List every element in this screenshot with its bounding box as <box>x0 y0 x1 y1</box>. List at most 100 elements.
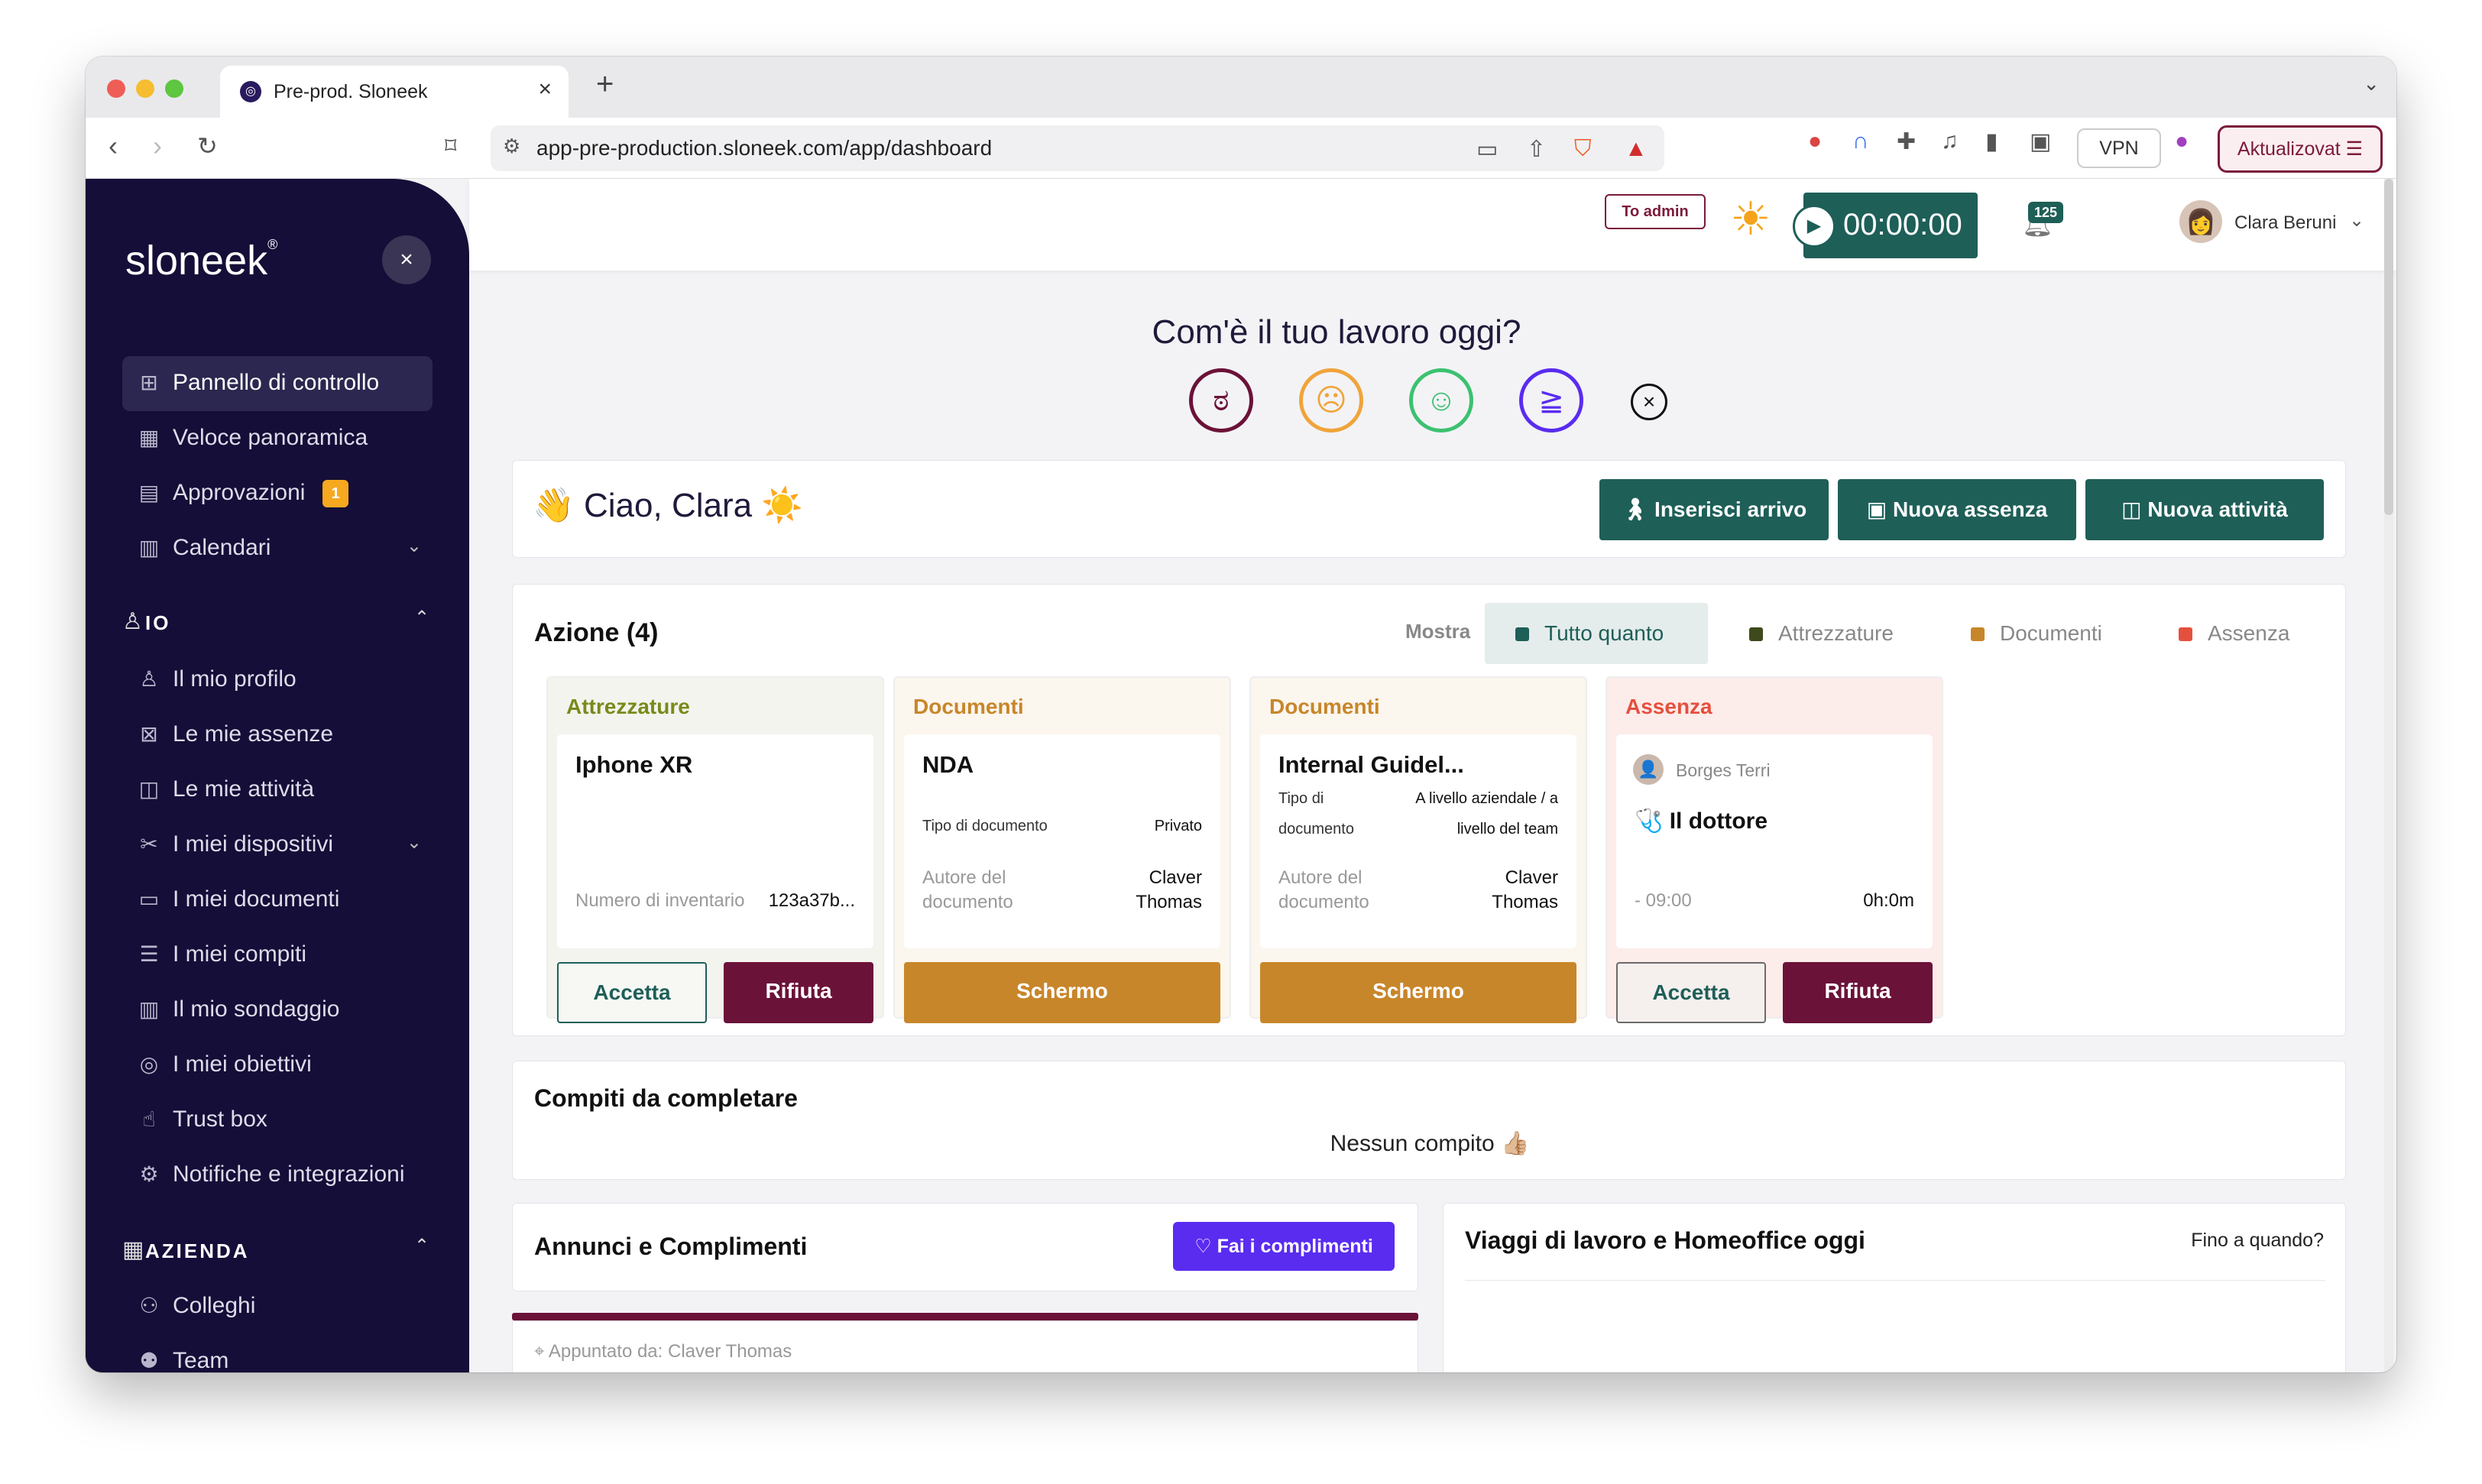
update-button[interactable]: Aktualizovat ☰ <box>2218 125 2383 173</box>
sidebar-item-label: I miei obiettivi <box>173 1051 312 1077</box>
show-document-button[interactable]: Schermo <box>904 962 1220 1023</box>
scrollbar[interactable] <box>2384 179 2393 1372</box>
brave-rewards-icon[interactable]: ▲ <box>1625 136 1648 162</box>
sidebar-item-dashboard[interactable]: ⊞ Pannello di controllo <box>122 356 433 411</box>
sidebar-item-label: I miei documenti <box>173 886 340 912</box>
sidebar-close-button[interactable]: × <box>382 235 431 284</box>
scrollbar-thumb[interactable] <box>2384 179 2393 515</box>
extension-record-icon[interactable]: ● <box>1808 128 1822 154</box>
sidebar-item-notifications[interactable]: ⚙ Notifiche e integrazioni <box>122 1148 433 1203</box>
close-window-button[interactable] <box>107 79 125 98</box>
filter-dot <box>1749 627 1763 641</box>
give-compliment-button[interactable]: ♡ Fai i complimenti <box>1173 1222 1395 1271</box>
close-mood-icon[interactable]: × <box>1631 384 1667 420</box>
notification-count-badge: 125 <box>2028 202 2063 223</box>
new-tab-icon[interactable]: + <box>596 67 614 102</box>
brave-shield-icon[interactable]: ⛉ <box>1574 136 1592 162</box>
sad-face-icon[interactable]: ☹ <box>1299 368 1363 433</box>
filter-all[interactable]: Tutto quanto <box>1485 603 1708 664</box>
bookmark-icon[interactable]: ⌑ <box>445 133 456 160</box>
browser-tab[interactable]: ◎ Pre-prod. Sloneek × <box>220 66 569 118</box>
extensions-puzzle-icon[interactable]: ✚ <box>1897 128 1916 155</box>
to-admin-button[interactable]: To admin <box>1605 194 1706 229</box>
new-absence-label: Nuova assenza <box>1892 497 2048 521</box>
media-music-icon[interactable]: ♫ <box>1941 128 1959 154</box>
address-bar[interactable]: ⚙ app-pre-production.sloneek.com/app/das… <box>491 125 1664 171</box>
extension-arc-icon[interactable]: ∩ <box>1852 128 1869 154</box>
tab-list-chevron-icon[interactable]: ⌄ <box>2363 72 2380 96</box>
filter-absence[interactable]: Assenza <box>2163 603 2316 664</box>
actions-title: Azione (4) <box>534 618 659 647</box>
minimize-window-button[interactable] <box>136 79 154 98</box>
angry-face-icon[interactable]: ಠ <box>1189 368 1253 433</box>
filter-equipment[interactable]: Attrezzature <box>1734 603 1917 664</box>
attendance-timer[interactable]: ▶ 00:00:00 <box>1793 193 1978 258</box>
sidebar-item-trust-box[interactable]: ☝ Trust box <box>122 1093 433 1148</box>
sidebar-item-label: Team <box>173 1348 229 1372</box>
reject-button[interactable]: Rifiuta <box>1783 962 1933 1023</box>
sidebar-item-my-documents[interactable]: ▭ I miei documenti <box>122 873 433 928</box>
announcements-panel: Annunci e Complimenti ♡ Fai i compliment… <box>512 1203 1418 1291</box>
sidebar-item-team[interactable]: ⚉ Team <box>122 1334 433 1372</box>
insert-arrival-label: Inserisci arrivo <box>1654 497 1807 521</box>
vpn-button[interactable]: VPN <box>2077 128 2161 168</box>
chevron-down-icon[interactable]: ⌄ <box>2349 209 2364 232</box>
sidebar-item-approvals[interactable]: ▤ Approvazioni 1 <box>122 466 433 521</box>
absence-person: Borges Terri <box>1676 760 1771 780</box>
sidebar-item-colleagues[interactable]: ⚇ Colleghi <box>122 1279 433 1334</box>
play-icon[interactable]: ▶ <box>1793 205 1836 248</box>
accept-button[interactable]: Accetta <box>557 962 707 1023</box>
sidebar-item-my-survey[interactable]: ▥ Il mio sondaggio <box>122 983 433 1038</box>
hand-icon: ☝ <box>142 1107 156 1131</box>
new-activity-button[interactable]: ◫ Nuova attività <box>2085 479 2324 540</box>
action-card-absence: Assenza 👤 Borges Terri 🩺 Il dottore - 09… <box>1606 676 1943 1023</box>
greeting-panel: 👋 Ciao, Clara ☀️ 🚶︎ Inserisci arrivo ▣ N… <box>512 460 2346 558</box>
sidebar-toggle-icon[interactable]: ▮ <box>1985 128 1998 155</box>
forward-icon[interactable]: › <box>153 130 162 162</box>
insert-arrival-button[interactable]: 🚶︎ Inserisci arrivo <box>1599 479 1829 540</box>
sidebar-item-my-tasks[interactable]: ☰ I miei compiti <box>122 928 433 983</box>
avatar[interactable]: 👩 <box>2179 200 2222 243</box>
reload-icon[interactable]: ↻ <box>197 131 218 160</box>
cast-icon[interactable]: ▭ <box>1476 136 1498 163</box>
sidebar-item-quick-overview[interactable]: ▦ Veloce panoramica <box>122 411 433 466</box>
timer-value: 00:00:00 <box>1843 208 1962 241</box>
user-name[interactable]: Clara Beruni <box>2234 212 2336 234</box>
sidebar-item-my-goals[interactable]: ◎ I miei obiettivi <box>122 1038 433 1093</box>
filter-label: Assenza <box>2208 621 2290 645</box>
sidebar-item-my-absences[interactable]: ⊠ Le mie assenze <box>122 708 433 763</box>
brave-leo-icon[interactable]: ● <box>2175 128 2189 154</box>
site-settings-icon[interactable]: ⚙ <box>503 134 520 158</box>
announcement-card: ⌖ Appuntato da: Claver Thomas <box>512 1320 1418 1372</box>
card-category: Documenti <box>1269 695 1380 718</box>
chevron-up-icon[interactable]: ⌃ <box>414 607 429 629</box>
card-body: Internal Guidel... Tipo di documento A l… <box>1260 734 1576 948</box>
chevron-up-icon[interactable]: ⌃ <box>414 1235 429 1257</box>
maximize-window-button[interactable] <box>165 79 183 98</box>
card-body: Iphone XR Numero di inventario 123a37b..… <box>557 734 873 948</box>
reject-button[interactable]: Rifiuta <box>724 962 873 1023</box>
accept-button[interactable]: Accetta <box>1616 962 1766 1023</box>
sidebar-item-my-devices[interactable]: ✂ I miei dispositivi ⌄ <box>122 818 433 873</box>
show-document-button[interactable]: Schermo <box>1260 962 1576 1023</box>
laughing-face-icon[interactable]: ≧ <box>1519 368 1583 433</box>
sloneek-logo[interactable]: sloneek® <box>125 237 277 284</box>
filter-documents[interactable]: Documenti <box>1955 603 2124 664</box>
wallet-icon[interactable]: ▣ <box>2030 128 2051 155</box>
approvals-badge: 1 <box>322 480 348 507</box>
doc-type-value: Privato <box>1154 818 1202 834</box>
tab-close-icon[interactable]: × <box>538 76 552 102</box>
pin-icon: ⌖ <box>534 1341 545 1362</box>
new-absence-button[interactable]: ▣ Nuova assenza <box>1838 479 2076 540</box>
share-icon[interactable]: ⇧ <box>1527 136 1546 163</box>
until-when-link[interactable]: Fino a quando? <box>2191 1230 2324 1252</box>
back-icon[interactable]: ‹ <box>109 130 118 162</box>
new-activity-label: Nuova attività <box>2147 497 2288 521</box>
sidebar-item-my-profile[interactable]: ♙ Il mio profilo <box>122 653 433 708</box>
sidebar-item-my-activities[interactable]: ◫ Le mie attività <box>122 763 433 818</box>
section-company-label: AZIENDA <box>145 1239 250 1262</box>
smile-face-icon[interactable]: ☺ <box>1409 368 1473 433</box>
target-icon: ◎ <box>139 1052 159 1076</box>
tools-icon: ✂ <box>140 832 158 856</box>
sidebar-item-calendars[interactable]: ▥ Calendari ⌄ <box>122 521 433 576</box>
